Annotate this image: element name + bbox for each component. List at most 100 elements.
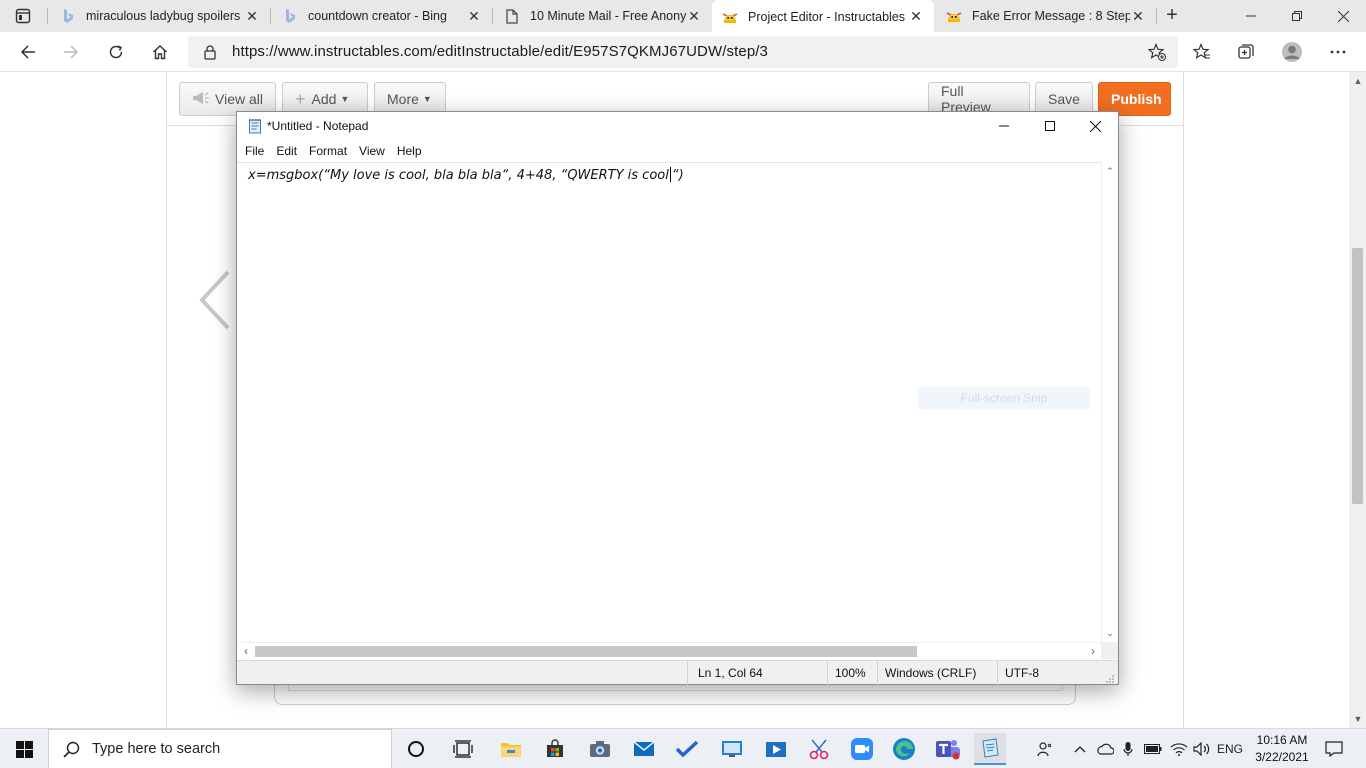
close-tab-icon[interactable]: ✕ [244,8,260,24]
close-tab-icon[interactable]: ✕ [1130,8,1146,24]
browser-toolbar: https://www.instructables.com/editInstru… [0,32,1366,72]
bing-icon [282,8,298,24]
menu-help[interactable]: Help [391,144,428,158]
clock-time: 10:16 AM [1256,733,1308,747]
scrollbar-corner [1101,642,1118,659]
lock-icon[interactable] [202,44,218,60]
system-clock[interactable]: 10:16 AM 3/22/2021 [1250,732,1314,766]
url-text[interactable]: https://www.instructables.com/editInstru… [232,43,768,60]
windows-taskbar: Type here to search ENG 10:16 AM 3/22/20… [0,728,1366,768]
restore-icon[interactable] [1274,0,1320,32]
address-bar[interactable]: https://www.instructables.com/editInstru… [188,36,1178,68]
refresh-icon[interactable] [103,39,129,65]
volume-icon[interactable] [1191,729,1213,768]
profile-avatar-icon[interactable] [1279,39,1305,65]
page-icon [504,8,520,24]
scroll-up-icon[interactable]: ⌃ [1105,166,1115,176]
zoom-app-icon[interactable] [846,733,878,765]
scroll-down-icon[interactable]: ⌄ [1105,628,1115,638]
tab-actions-icon[interactable] [10,7,36,25]
settings-more-icon[interactable] [1325,39,1351,65]
notepad-close-icon[interactable] [1072,112,1118,140]
people-icon[interactable] [1034,729,1056,768]
close-tab-icon[interactable]: ✕ [908,8,924,25]
tab-10minutemail[interactable]: 10 Minute Mail - Free Anonym ✕ [494,0,712,32]
camera-icon[interactable] [584,733,616,765]
microphone-icon[interactable] [1119,729,1137,768]
tab-fake-error[interactable]: Fake Error Message : 8 Steps ✕ [936,0,1156,32]
tab-title: Project Editor - Instructables [748,9,906,24]
home-icon[interactable] [147,39,173,65]
notepad-minimize-icon[interactable] [981,112,1027,140]
tab-divider [47,8,48,24]
show-hidden-icons-icon[interactable] [1071,729,1089,768]
clock-date: 3/22/2021 [1255,750,1309,764]
remote-desktop-icon[interactable] [716,733,748,765]
minimize-icon[interactable] [1228,0,1274,32]
notifications-icon[interactable] [1320,729,1348,768]
scroll-right-icon[interactable]: › [1088,644,1098,658]
cursor-position: Ln 1, Col 64 [698,666,763,680]
new-tab-icon[interactable]: + [1162,5,1182,26]
megaphone-icon [192,91,210,108]
notepad-horizontal-scrollbar[interactable]: ‹ › [237,642,1101,659]
snipping-tool-icon[interactable] [804,733,836,765]
horizontal-scrollbar-thumb[interactable] [255,646,917,657]
notepad-maximize-icon[interactable] [1027,112,1073,140]
tab-miraculous[interactable]: miraculous ladybug spoilers - ✕ [50,0,270,32]
more-label: More [387,91,419,107]
tab-countdown[interactable]: countdown creator - Bing ✕ [272,0,492,32]
cortana-icon[interactable] [400,733,432,765]
scroll-up-icon[interactable]: ▲ [1353,76,1363,86]
teams-icon[interactable] [932,733,964,765]
scroll-down-icon[interactable]: ▼ [1353,714,1363,724]
tab-divider [1156,8,1157,24]
back-icon[interactable] [15,39,41,65]
previous-step-icon[interactable] [196,268,232,332]
forward-icon[interactable] [58,39,84,65]
notepad-titlebar[interactable]: *Untitled - Notepad [237,112,1118,140]
notepad-icon [247,118,263,134]
microsoft-store-icon[interactable] [539,733,571,765]
instructables-robot-icon [946,8,962,24]
resize-grip-icon[interactable] [1105,673,1115,683]
add-favorite-icon[interactable] [1147,42,1166,61]
notepad-taskbar-icon[interactable] [974,733,1006,765]
input-language[interactable]: ENG [1214,729,1246,768]
collections-icon[interactable] [1233,39,1259,65]
edge-browser-icon[interactable] [888,733,920,765]
tab-divider [492,8,493,24]
encoding: UTF-8 [1005,666,1039,680]
notepad-menubar: File Edit Format View Help [237,140,1118,162]
wifi-icon[interactable] [1168,729,1190,768]
zoom-level: 100% [835,666,866,680]
notepad-vertical-scrollbar[interactable]: ⌃ ⌄ [1101,162,1118,642]
close-tab-icon[interactable]: ✕ [686,8,702,24]
mail-icon[interactable] [628,733,660,765]
close-tab-icon[interactable]: ✕ [466,8,482,24]
page-scrollbar[interactable]: ▲ ▼ [1349,72,1366,728]
todo-icon[interactable] [671,733,703,765]
menu-edit[interactable]: Edit [270,144,303,158]
task-view-icon[interactable] [447,733,479,765]
tab-project-editor[interactable]: Project Editor - Instructables ✕ [712,0,934,33]
video-player-icon[interactable] [760,733,792,765]
caret-down-icon: ▼ [340,94,350,104]
caret-down-icon: ▼ [422,94,432,104]
scroll-left-icon[interactable]: ‹ [241,644,251,658]
search-placeholder: Type here to search [92,741,221,757]
taskbar-search-box[interactable]: Type here to search [48,729,392,768]
tab-title: 10 Minute Mail - Free Anonym [530,9,686,23]
menu-file[interactable]: File [239,144,270,158]
page-scrollbar-thumb[interactable] [1352,248,1363,504]
notepad-text: x=msgbox(“My love is cool, bla bla bla“,… [248,167,684,183]
close-window-icon[interactable] [1320,0,1366,32]
favorites-icon[interactable] [1189,39,1215,65]
onedrive-icon[interactable] [1094,729,1116,768]
file-explorer-icon[interactable] [495,733,527,765]
menu-format[interactable]: Format [303,144,353,158]
menu-view[interactable]: View [353,144,391,158]
tab-divider [270,8,271,24]
battery-icon[interactable] [1142,729,1164,768]
windows-start-icon[interactable] [0,729,48,768]
